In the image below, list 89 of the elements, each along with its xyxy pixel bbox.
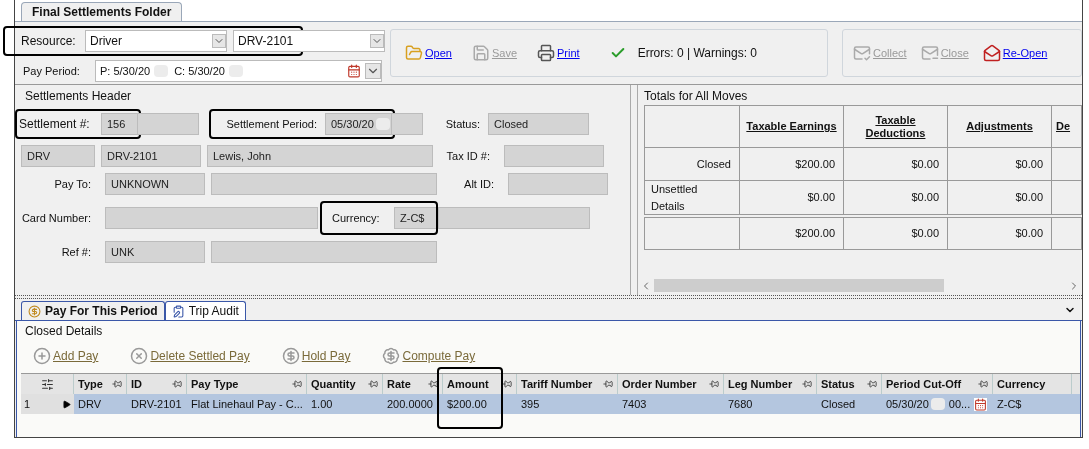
pin-icon[interactable] — [502, 379, 512, 389]
tab[interactable]: Pay For This Period — [21, 301, 165, 320]
folder-tab[interactable]: Final Settlements Folder — [21, 2, 183, 21]
resource-id-dropdown[interactable]: DRV-2101 — [233, 30, 385, 52]
column-header[interactable]: Adjustments — [947, 105, 1052, 148]
empty-field[interactable] — [504, 145, 604, 167]
table-cell-text: Closed — [820, 396, 857, 412]
read-only-field[interactable]: UNK — [105, 241, 205, 263]
column-chooser-icon[interactable] — [40, 377, 54, 391]
envelope-icon — [920, 44, 939, 62]
table-cell-text: 7680 — [727, 396, 754, 412]
read-only-field[interactable]: Lewis, John — [207, 145, 433, 167]
empty-field[interactable] — [211, 173, 437, 195]
table-cell-text: 200.0000 — [386, 396, 434, 412]
toolbar-link[interactable]: Print — [537, 44, 580, 62]
table-cell-text: 395 — [520, 396, 541, 412]
empty-field[interactable] — [105, 207, 318, 229]
group-title: Totals for All Moves — [643, 88, 749, 105]
table-cell-text: DRV-2101 — [130, 396, 183, 412]
action-link[interactable]: Hold Pay — [281, 347, 351, 365]
redaction-mark — [930, 398, 945, 410]
status-message: Errors: 0 | Warnings: 0 — [637, 45, 757, 62]
empty-field[interactable] — [211, 241, 437, 263]
field-label: Ref #: — [60, 244, 92, 260]
table-cell-text: DRV — [77, 396, 103, 412]
table-cell-text: Flat Linehaul Pay - C... — [190, 396, 304, 412]
redaction-mark — [375, 118, 390, 130]
table-cell-text: 1.00 — [310, 396, 334, 412]
field-label: Settlement #: — [19, 116, 91, 133]
cutoff-time: 00... — [948, 396, 971, 412]
table-cell-text: $200.00 — [446, 396, 488, 412]
table-cell: $0.00 — [843, 216, 948, 249]
envelope-icon — [982, 44, 1001, 62]
toolbar-link[interactable]: Re-Open — [982, 44, 1048, 62]
field-label: Tax ID #: — [445, 148, 491, 164]
empty-field[interactable] — [438, 207, 590, 229]
clipboard-icon — [171, 304, 185, 318]
action-link[interactable]: Compute Pay — [382, 347, 476, 365]
field-label: Pay To: — [53, 176, 92, 192]
table-cell-text: 7403 — [621, 396, 648, 412]
table-cell — [1051, 147, 1082, 181]
table-cell-text: Z-C$ — [996, 396, 1023, 412]
read-only-field[interactable]: DRV-2101 — [101, 145, 201, 167]
previous-period: P: 5/30/20 — [100, 63, 151, 79]
column-header[interactable]: Taxable Deductions — [843, 105, 948, 148]
column-header[interactable]: De — [1051, 105, 1082, 148]
dropdown-caret-icon — [370, 34, 384, 48]
group-title: Closed Details — [24, 323, 104, 340]
table-cell: 05/30/20 00... — [882, 394, 993, 414]
read-only-field[interactable]: Closed — [488, 113, 589, 135]
current-period: C: 5/30/20 — [174, 63, 225, 79]
empty-field[interactable] — [508, 173, 608, 195]
read-only-field[interactable]: 156 — [101, 113, 139, 135]
table-cell: $0.00 — [843, 147, 948, 181]
resource-type-dropdown[interactable]: Driver — [85, 30, 227, 52]
field-label: Resource: — [21, 33, 77, 50]
field-label: Status: — [444, 116, 481, 132]
row-pointer-icon — [62, 399, 71, 409]
calendar-icon[interactable] — [347, 64, 361, 78]
read-only-field[interactable]: UNKNOWN — [105, 173, 205, 195]
calendar-icon[interactable] — [974, 397, 988, 411]
action-link[interactable]: Add Pay — [33, 347, 99, 365]
dollar-coin-icon — [281, 347, 300, 365]
action-link[interactable]: Delete Settled Pay — [130, 347, 250, 365]
row-number[interactable]: 1 — [21, 394, 74, 414]
folder-icon — [405, 44, 423, 62]
field-label: Settlement Period: — [225, 116, 318, 132]
field-label: Alt ID: — [463, 176, 495, 192]
pin-icon[interactable] — [428, 379, 438, 389]
toolbar-link[interactable]: Open — [405, 44, 452, 62]
table-cell: $0.00 — [947, 147, 1052, 181]
tab[interactable]: Trip Audit — [164, 301, 246, 320]
pay-period-field[interactable]: P: 5/30/20 C: 5/30/20 — [95, 60, 382, 82]
field-label: Pay Period: — [23, 63, 81, 79]
printer-icon — [537, 44, 555, 62]
group-title: Settlements Header — [24, 88, 133, 105]
read-only-field[interactable]: Z-C$ — [394, 207, 436, 229]
table-cell: $200.00 — [739, 147, 844, 181]
read-only-field[interactable]: DRV — [21, 145, 95, 167]
row-label: Closed — [644, 147, 740, 181]
row-label: Unsettled Details — [644, 180, 740, 216]
table-cell: $0.00 — [947, 216, 1052, 249]
envelope-icon — [853, 44, 871, 62]
table-cell: $200.00 — [739, 216, 844, 249]
field-label: Currency: — [332, 210, 381, 226]
column-header[interactable]: Taxable Earnings — [739, 105, 844, 148]
field-label: Card Number: — [20, 210, 92, 226]
highlight-frame — [437, 367, 503, 429]
dropdown-caret-icon — [212, 34, 226, 48]
